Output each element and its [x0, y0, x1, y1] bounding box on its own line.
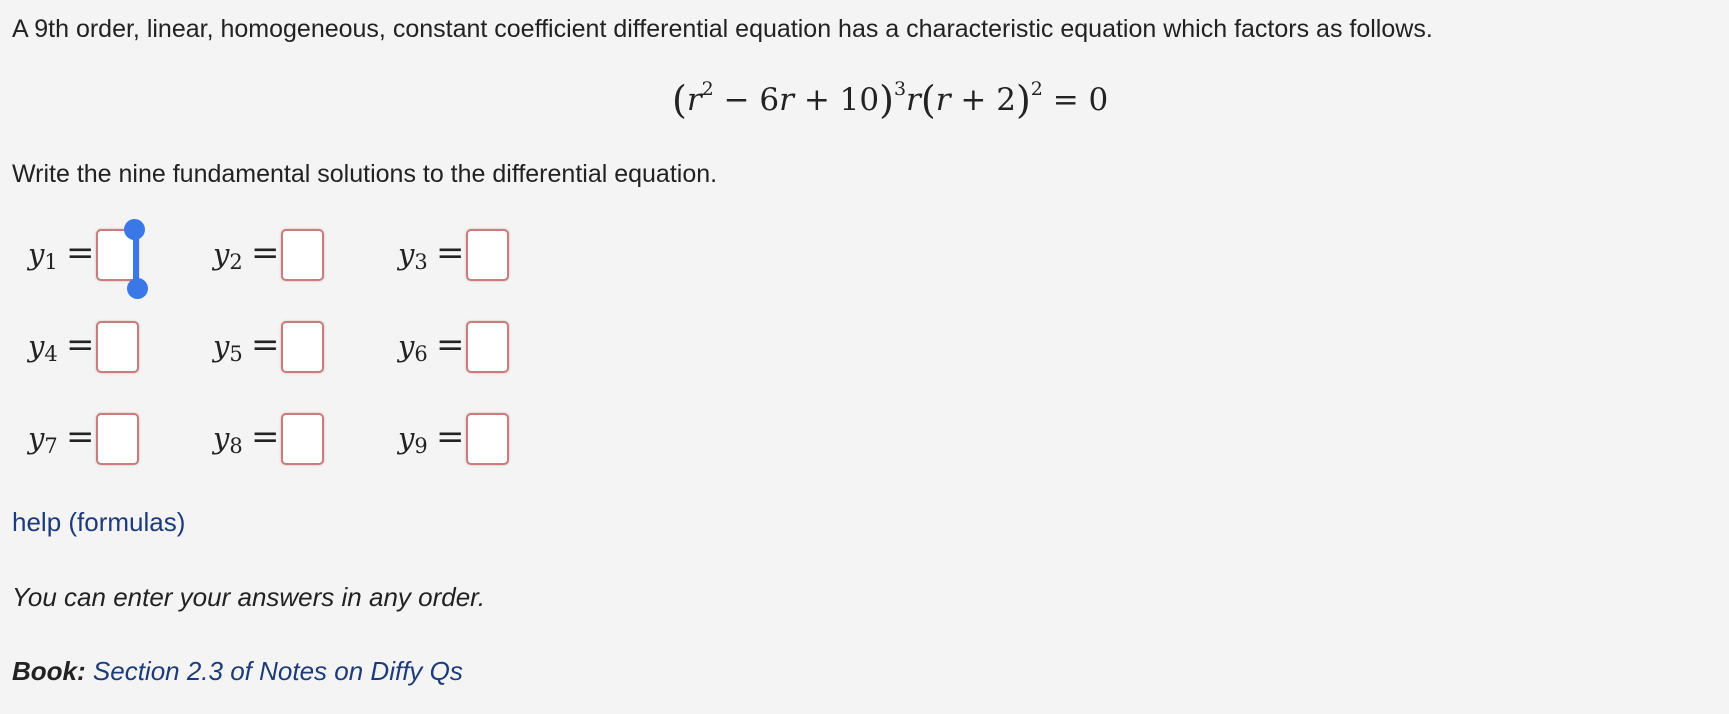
- eq-term: − 6: [713, 82, 780, 118]
- answer-label: y8: [213, 421, 243, 458]
- book-section-link[interactable]: Section 2.3 of Notes on Diffy Qs: [93, 656, 463, 686]
- eq-paren-close: ): [879, 78, 894, 122]
- eq-rhs: = 0: [1042, 82, 1109, 118]
- answer-label: y3: [398, 237, 428, 274]
- answer-label: y7: [28, 421, 58, 458]
- answer-input-y2[interactable]: [281, 229, 324, 281]
- answer-label: y1: [28, 237, 58, 274]
- eq-exponent: 3: [893, 78, 907, 100]
- answer-label: y5: [213, 329, 243, 366]
- answer-input-y5[interactable]: [281, 321, 324, 373]
- order-note: You can enter your answers in any order.: [12, 582, 486, 612]
- answer-input-y8[interactable]: [281, 413, 324, 465]
- answer-label: y6: [398, 329, 428, 366]
- problem-intro: A 9th order, linear, homogeneous, consta…: [12, 15, 1433, 43]
- cursor-bar: [133, 227, 139, 285]
- equals-sign: =: [66, 417, 95, 457]
- book-reference: Book: Section 2.3 of Notes on Diffy Qs: [12, 656, 463, 687]
- answer-label: y9: [398, 421, 428, 458]
- equals-sign: =: [251, 325, 280, 365]
- text-cursor-handle[interactable]: [123, 219, 148, 299]
- answer-input-y7[interactable]: [96, 413, 139, 465]
- eq-paren-open: (: [920, 78, 936, 122]
- eq-paren-close: ): [1015, 78, 1031, 122]
- answer-input-y4[interactable]: [96, 321, 139, 373]
- eq-exponent: 2: [1030, 78, 1043, 100]
- answer-label: y4: [28, 329, 58, 366]
- answer-label: y2: [213, 237, 243, 274]
- cursor-handle-bottom[interactable]: [127, 278, 148, 299]
- answer-input-y9[interactable]: [466, 413, 509, 465]
- eq-term: + 10: [793, 82, 880, 118]
- problem-instruction: Write the nine fundamental solutions to …: [12, 160, 718, 188]
- equals-sign: =: [436, 233, 465, 273]
- answer-input-y3[interactable]: [466, 229, 509, 281]
- characteristic-equation: (r2 − 6r + 10)3r(r + 2)2 = 0: [672, 78, 1108, 128]
- eq-exponent: 2: [701, 78, 714, 100]
- book-label: Book:: [12, 656, 86, 686]
- eq-var-r: r: [686, 82, 702, 118]
- equals-sign: =: [66, 325, 95, 365]
- equals-sign: =: [251, 417, 280, 457]
- help-formulas-link[interactable]: help (formulas): [12, 507, 185, 538]
- eq-paren-open: (: [672, 78, 687, 122]
- equals-sign: =: [436, 417, 465, 457]
- eq-var-r: r: [906, 82, 921, 118]
- eq-var-r: r: [779, 82, 794, 118]
- equals-sign: =: [251, 233, 280, 273]
- equals-sign: =: [66, 233, 95, 273]
- answer-input-y6[interactable]: [466, 321, 509, 373]
- eq-var-r: r: [935, 82, 951, 118]
- eq-term: + 2: [950, 82, 1016, 118]
- equals-sign: =: [436, 325, 465, 365]
